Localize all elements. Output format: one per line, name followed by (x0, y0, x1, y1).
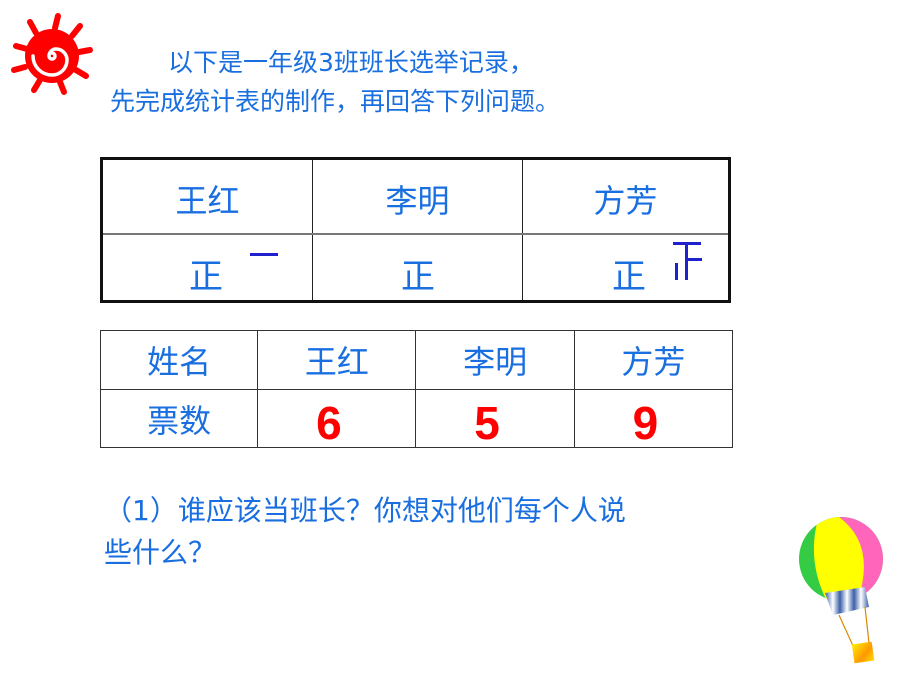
candidate-name: 方芳 (593, 182, 658, 220)
votes-row-label: 票数 (99, 389, 259, 448)
count-votes-row: 票数 6 5 9 (99, 389, 734, 449)
tally-cell: 正 (103, 235, 313, 300)
tally-marks-row: 正 正 正 (103, 235, 728, 300)
candidate-name: 李明 (385, 182, 450, 220)
vote-count: 6 (316, 396, 342, 449)
vote-count: 9 (632, 396, 659, 449)
tally-header-row: 王红 李明 方芳 (103, 160, 728, 235)
hot-air-balloon-icon (799, 517, 883, 664)
tally-mark-zheng: 正 (401, 257, 435, 297)
question-line-1: （1）谁应该当班长？你想对他们每个人说 (104, 494, 626, 527)
question-line-2: 些什么？ (104, 536, 217, 569)
sun-spiral-icon (11, 13, 93, 95)
vote-count-cell: 9 (573, 389, 734, 449)
tally-stroke-4 (675, 263, 678, 280)
intro-line-1: 以下是一年级3班班长选举记录， (168, 48, 534, 77)
intro-line-2: 先完成统计表的制作，再回答下列问题。 (110, 87, 561, 116)
tally-cell: 正 (313, 235, 523, 300)
tally-stroke-3 (688, 258, 702, 261)
vote-count-cell: 6 (257, 389, 417, 449)
tally-stroke-2 (685, 242, 688, 280)
name-header-label: 姓名 (99, 330, 259, 390)
vote-count: 5 (474, 396, 500, 449)
candidate-name: 李明 (415, 330, 575, 390)
tally-mark-zheng: 正 (612, 257, 646, 297)
candidate-name: 方芳 (573, 330, 734, 390)
balloon-basket (851, 641, 875, 664)
tally-header-cell: 方芳 (523, 160, 728, 233)
tally-header-cell: 李明 (313, 160, 523, 233)
count-header-row: 姓名 王红 李明 方芳 (99, 330, 734, 390)
tally-stroke-1 (250, 253, 278, 256)
tally-cell: 正 (523, 235, 728, 300)
tally-table: 王红 李明 方芳 正 正 正 (100, 157, 731, 303)
candidate-name: 王红 (175, 182, 240, 220)
candidate-name: 王红 (257, 330, 417, 390)
tally-mark-zheng: 正 (189, 257, 223, 297)
tally-header-cell: 王红 (103, 160, 313, 233)
vote-count-cell: 5 (415, 389, 575, 449)
vote-count-table: 姓名 王红 李明 方芳 票数 6 5 9 (99, 330, 734, 449)
